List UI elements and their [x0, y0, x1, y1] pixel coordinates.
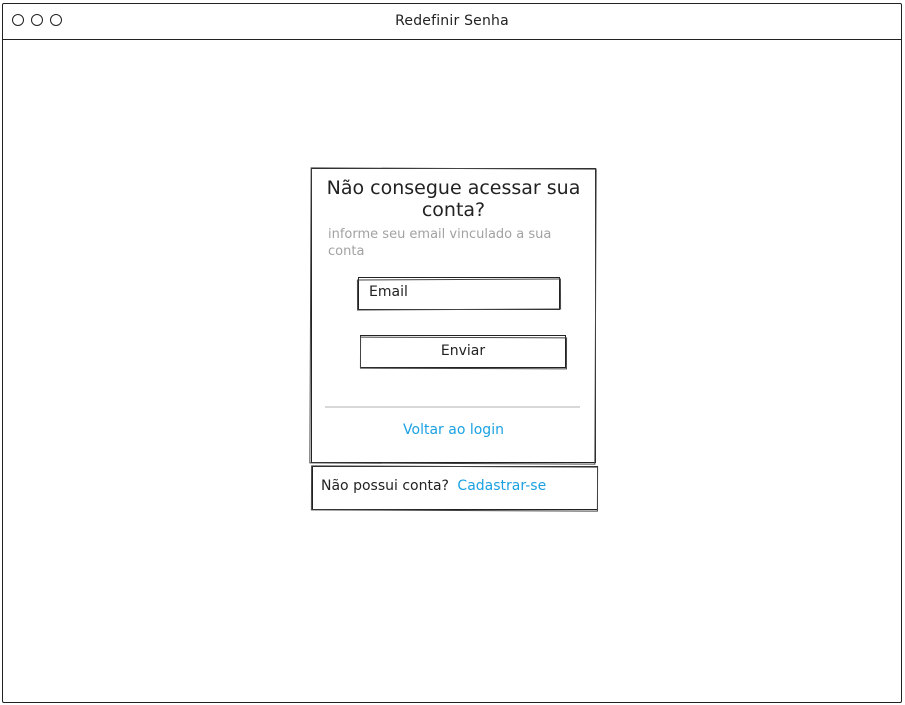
title-bar: Redefinir Senha [3, 4, 901, 40]
window-title: Redefinir Senha [395, 13, 509, 29]
signup-link[interactable]: Cadastrar-se [457, 478, 546, 494]
card-heading: Não consegue acessar sua conta? [326, 177, 581, 221]
back-to-login-link[interactable]: Voltar ao login [312, 422, 595, 438]
reset-password-card: Não consegue acessar sua conta? informe … [311, 168, 596, 463]
send-button[interactable]: Enviar [360, 335, 566, 368]
email-field[interactable]: Email [358, 277, 560, 310]
card-subtitle: informe seu email vinculado a sua conta [328, 227, 552, 259]
signup-question: Não possui conta? [321, 478, 449, 494]
divider [325, 406, 580, 408]
signup-row: Não possui conta? Cadastrar-se [321, 478, 546, 494]
signup-box: Não possui conta? Cadastrar-se [312, 466, 598, 510]
